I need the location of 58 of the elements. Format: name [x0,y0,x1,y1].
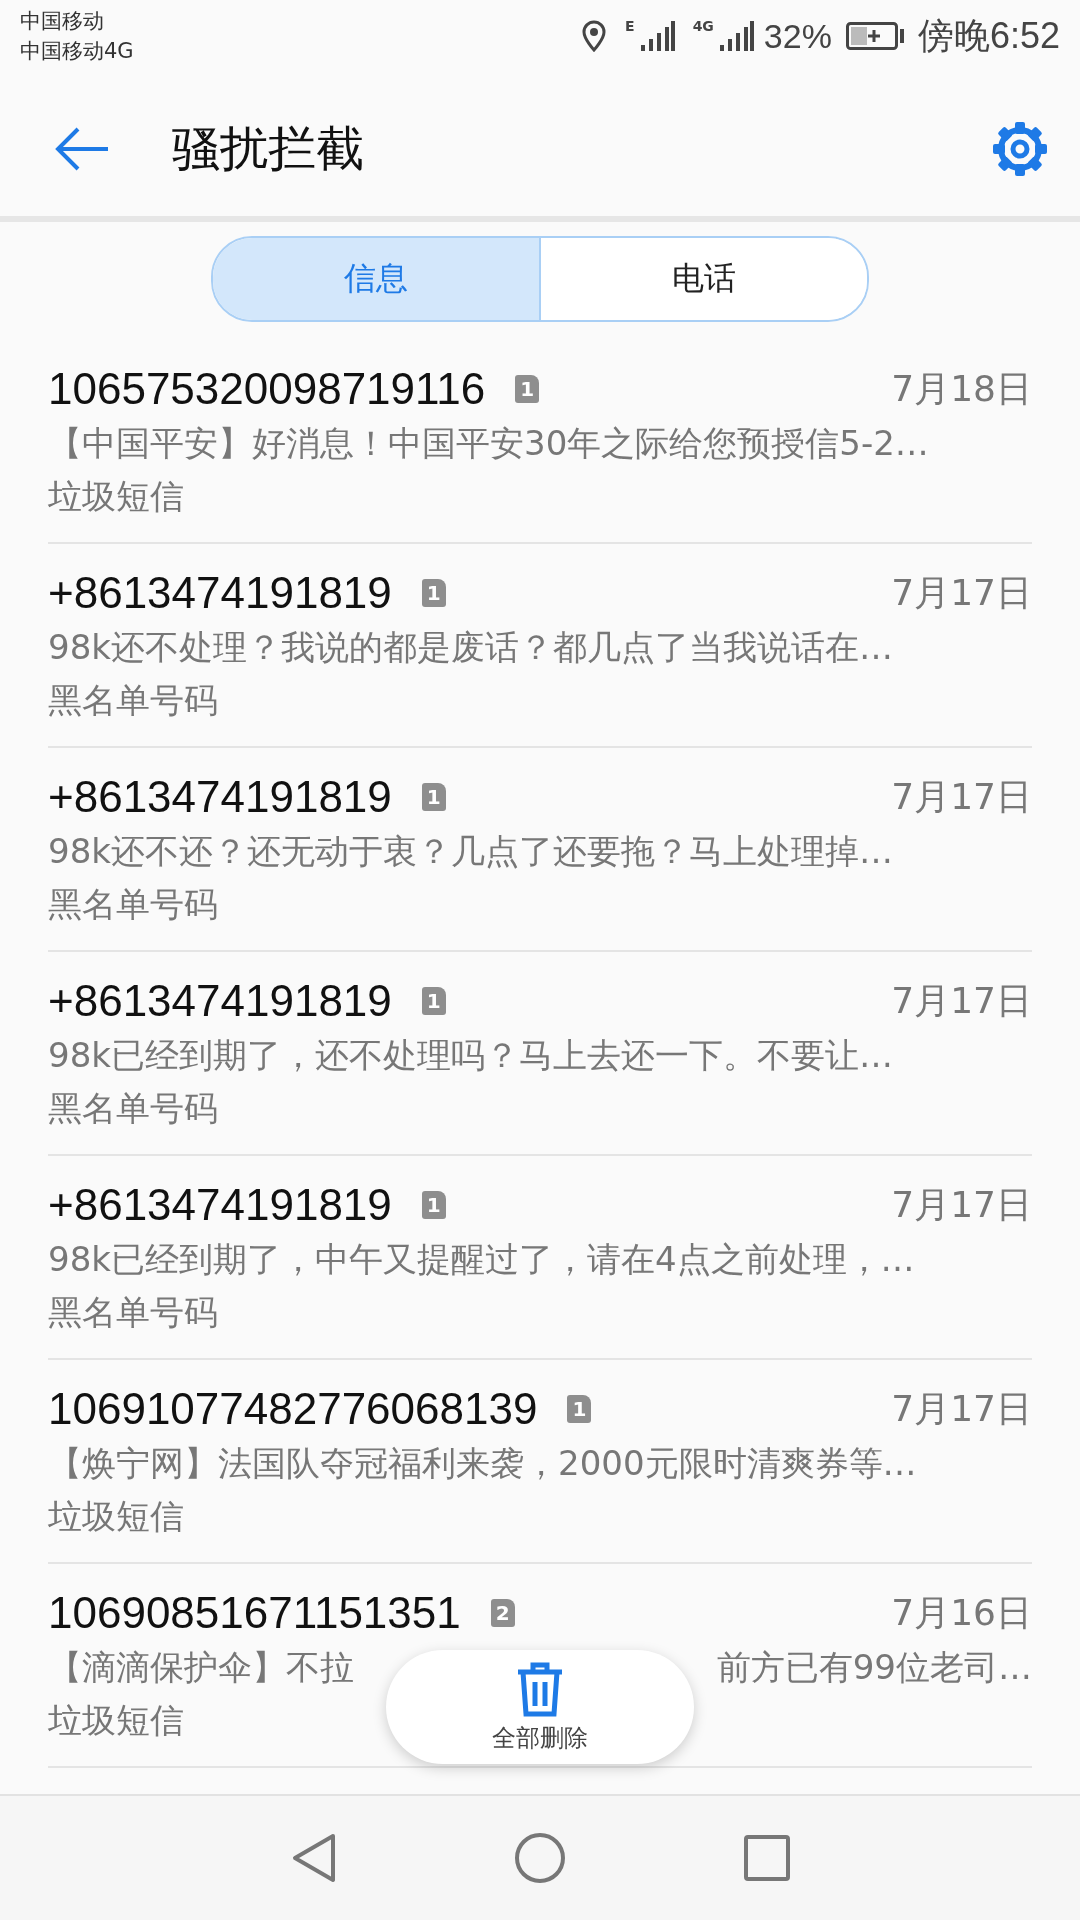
block-reason: 黑名单号码 [48,883,218,926]
message-row[interactable]: +8613474191819 1 7月17日 98k已经到期了，还不处理吗？马上去还一下。不要让… 黑名单号码 [48,952,1032,1156]
block-reason: 垃圾短信 [48,475,184,518]
message-preview: 【滴滴保护伞】不拉 [48,1646,354,1689]
message-preview: 98k已经到期了，还不处理吗？马上去还一下。不要让… [48,1034,893,1077]
network-type: 4G [692,18,714,34]
network-type: E [625,18,635,34]
block-reason: 黑名单号码 [48,1291,218,1334]
block-reason: 黑名单号码 [48,679,218,722]
message-row[interactable]: 106575320098719116 1 7月18日 【中国平安】好消息！中国平安30年之际给您预授信5-2… 垃圾短信 [48,340,1032,544]
sender-number: +8613474191819 [48,1180,392,1230]
trash-icon [515,1660,565,1718]
sender-number: +8613474191819 [48,976,392,1026]
message-preview: 98k已经到期了，中午又提醒过了，请在4点之前处理，… [48,1238,915,1281]
message-preview: 98k还不还？还无动于衷？几点了还要拖？马上处理掉… [48,830,893,873]
carrier-name: 中国移动 [20,8,105,35]
sim-badge: 1 [421,579,446,607]
message-date: 7月17日 [891,570,1032,615]
signal-icon [719,21,754,51]
block-reason: 垃圾短信 [48,1495,184,1538]
message-preview: 前方已有99位老司… [716,1646,1032,1689]
tab[interactable]: 电话 [539,238,867,320]
message-row[interactable]: +8613474191819 1 7月17日 98k还不处理？我说的都是废话？都几点了当我说话在… 黑名单号码 [48,544,1032,748]
message-date: 7月17日 [891,978,1032,1023]
message-date: 7月17日 [891,1182,1032,1227]
message-date: 7月17日 [891,1386,1032,1431]
message-date: 7月16日 [891,1590,1032,1635]
message-date: 7月18日 [891,366,1032,411]
sim-badge: 2 [490,1599,515,1627]
message-row[interactable]: +8613474191819 1 7月17日 98k还不还？还无动于衷？几点了还要拖？马上处理掉… 黑名单号码 [48,748,1032,952]
sim-badge: 1 [567,1395,592,1423]
battery-icon [845,22,904,50]
battery-percent: 32% [763,16,832,56]
page-title: 骚扰拦截 [172,118,365,178]
message-row[interactable]: +8613474191819 1 7月17日 98k已经到期了，中午又提醒过了，请在4点之前处理，… 黑名单号码 [48,1156,1032,1360]
sim-badge: 1 [515,375,540,403]
sender-number: +8613474191819 [48,568,392,618]
block-reason: 黑名单号码 [48,1087,218,1130]
sim-badge: 1 [421,783,446,811]
sender-number: 10691077482776068139 [48,1384,538,1434]
message-preview: 98k还不处理？我说的都是废话？都几点了当我说话在… [48,626,893,669]
sim-badge: 1 [421,987,446,1015]
message-date: 7月17日 [891,774,1032,819]
location-icon [581,20,608,52]
recents-icon[interactable] [743,1834,792,1882]
message-row[interactable]: 10691077482776068139 1 7月17日 【焕宁网】法国队夺冠福利来袭，2000元限时清爽券等… 垃圾短信 [48,1360,1032,1564]
home-icon[interactable] [514,1832,566,1884]
delete-all-button[interactable]: 全部删除 [386,1650,694,1764]
message-preview: 【焕宁网】法国队夺冠福利来袭，2000元限时清爽券等… [48,1442,917,1485]
sender-number: 106575320098719116 [48,364,486,414]
signal-icon [640,21,675,51]
sender-number: +8613474191819 [48,772,392,822]
clock-time: 傍晚6:52 [917,13,1060,58]
block-reason: 垃圾短信 [48,1699,184,1742]
sender-number: 10690851671151351 [48,1588,461,1638]
carrier-name: 中国移动4G [20,38,134,65]
sim-badge: 1 [421,1191,446,1219]
message-preview: 【中国平安】好消息！中国平安30年之际给您预授信5-2… [48,422,929,465]
